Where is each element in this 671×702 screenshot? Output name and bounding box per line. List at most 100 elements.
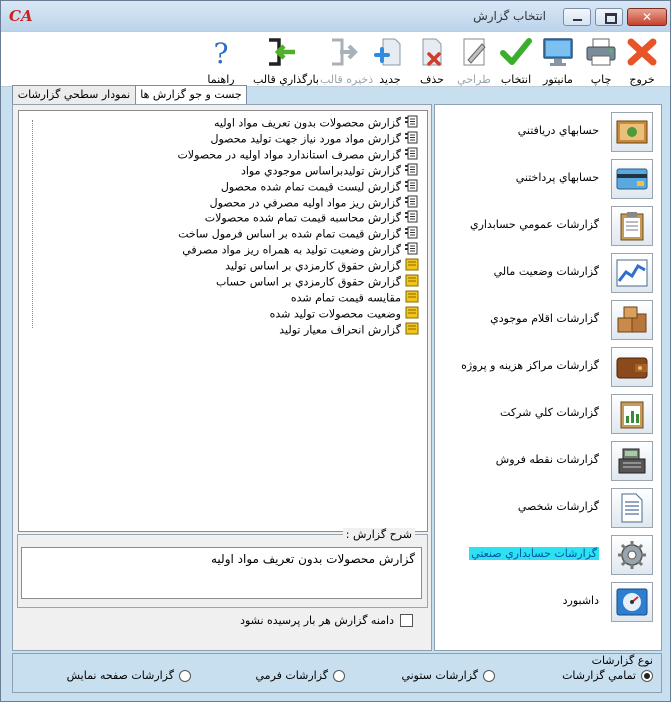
radio-dot[interactable] (483, 669, 495, 682)
tree-item[interactable]: گزارش توليدبراساس موجودي مواد (241, 163, 419, 178)
category-item[interactable]: گزارشات نقطه فروش (435, 439, 661, 483)
tree-item[interactable]: گزارش ريز مواد اوليه مصرفي در محصول (210, 195, 419, 210)
category-item[interactable]: داشبورد (435, 580, 661, 624)
report-type-group: نوع گزارشات تمامي گزارشات گزارشات ستوني … (12, 653, 662, 693)
category-item[interactable]: گزارشات مراكز هزينه و پروژه (435, 345, 661, 389)
radio-dot[interactable] (179, 669, 191, 682)
window-title: انتخاب گزارش (473, 9, 546, 23)
maximize-button[interactable] (595, 8, 623, 26)
help-icon: ? (213, 37, 228, 70)
category-item[interactable]: گزارشات حسابداري صنعتي (435, 533, 661, 577)
load-template-button[interactable]: بارگذاري قالب (253, 36, 319, 86)
bar-chart-clipboard-icon[interactable] (611, 394, 653, 434)
category-item-label: گزارشات عمومي حسابداري (469, 218, 599, 231)
toolbar: خروج چاپ مانيتور انتخاب طراحي حذف جديد ذ… (1, 31, 670, 87)
dashboard-icon[interactable] (611, 582, 653, 622)
category-item[interactable]: گزارشات شخصي (435, 486, 661, 530)
checkbox-label: دامنه گزارش هر بار پرسيده نشود (240, 614, 394, 627)
help-button[interactable]: ? راهنما (201, 36, 241, 86)
window-close-button[interactable]: ✕ (627, 8, 667, 26)
print-button[interactable]: چاپ (581, 36, 621, 86)
document-lines-icon[interactable] (611, 488, 653, 528)
category-item[interactable]: گزارشات عمومي حسابداري (435, 204, 661, 248)
tree-item[interactable]: گزارش ليست قيمت تمام شده محصول (221, 179, 419, 194)
design-button[interactable]: طراحي (454, 36, 494, 86)
line-chart-icon[interactable] (611, 253, 653, 293)
ask-scope-checkbox[interactable]: دامنه گزارش هر بار پرسيده نشود (240, 614, 413, 627)
checkmark-icon (500, 38, 532, 65)
wallet-icon[interactable] (611, 347, 653, 387)
radio-all-reports[interactable]: تمامي گزارشات (562, 669, 653, 682)
radio-screen-reports[interactable]: گزارشات صفحه نمايش (67, 669, 191, 682)
tree-item[interactable]: گزارش وضعيت توليد به همراه ريز مواد مصرف… (182, 242, 419, 257)
tree-item-label: گزارش محصولات بدون تعريف مواد اوليه (213, 116, 401, 130)
cash-register-icon[interactable] (611, 441, 653, 481)
tree-item-label: گزارش وضعيت توليد به همراه ريز مواد مصرف… (182, 243, 401, 257)
tree-item-label: مقايسه قيمت تمام شده (290, 291, 401, 305)
clipboard-icon[interactable] (611, 206, 653, 246)
monitor-button[interactable]: مانيتور (538, 36, 578, 86)
tab-search-reports[interactable]: جست و جو گزارش ها (135, 85, 247, 104)
folder-report-icon (405, 274, 419, 291)
checkbox-box[interactable] (400, 614, 413, 627)
folder-report-icon (405, 258, 419, 275)
radio-dot[interactable] (333, 669, 345, 682)
tree-connector (32, 120, 33, 328)
folder-report-icon (405, 322, 419, 339)
minimize-button[interactable] (563, 8, 591, 26)
category-item-label: حسابهاي دريافتني (517, 124, 599, 137)
tree-item[interactable]: گزارش محصولات بدون تعريف مواد اوليه (214, 115, 419, 130)
category-item-label: گزارشات اقلام موجودي (490, 312, 599, 325)
tree-item[interactable]: گزارش حقوق كارمزدي بر اساس توليد (225, 258, 419, 273)
tree-item[interactable]: مقايسه قيمت تمام شده (291, 290, 419, 305)
report-doc-icon (405, 115, 419, 132)
category-item-label: گزارشات مراكز هزينه و پروژه (461, 359, 599, 372)
category-item-label: گزارشات نقطه فروش (495, 453, 599, 466)
tab-tree-view[interactable]: نمودار سطحي گزارشات (12, 85, 136, 106)
tree-item-label: گزارش ريز مواد اوليه مصرفي در محصول (209, 196, 401, 209)
radio-label: گزارشات صفحه نمايش (66, 669, 174, 682)
tree-item[interactable]: گزارش مصرف استاندارد مواد اوليه در محصول… (177, 147, 419, 162)
select-button[interactable]: انتخاب (496, 36, 536, 86)
category-item[interactable]: گزارشات كلي شركت (435, 392, 661, 436)
tree-item[interactable]: گزارش قيمت تمام شده بر اساس فرمول ساخت (178, 226, 419, 241)
save-template-icon (332, 38, 358, 66)
tree-item-label: گزارش توليدبراساس موجودي مواد (240, 164, 401, 178)
description-text: گزارش محصولات بدون تعريف مواد اوليه (21, 547, 422, 599)
tree-item-label: گزارش انحراف معيار توليد (279, 323, 401, 337)
title-bar[interactable]: CA انتخاب گزارش ✕ (1, 1, 670, 31)
report-tree[interactable]: گزارش محصولات بدون تعريف مواد اوليه گزارش… (18, 110, 428, 532)
boxes-icon[interactable] (611, 300, 653, 340)
category-item[interactable]: حسابهاي پرداختني (435, 157, 661, 201)
radio-form-reports[interactable]: گزارشات فرمي (256, 669, 345, 682)
delete-document-icon (422, 38, 442, 66)
tree-item[interactable]: گزارش محاسبه قيمت تمام شده محصولات (205, 210, 419, 225)
delete-button[interactable]: حذف (412, 36, 452, 86)
gear-icon[interactable] (611, 535, 653, 575)
save-template-button[interactable]: ذخيره قالب (320, 36, 373, 86)
report-doc-icon (405, 242, 419, 259)
description-group: شرح گزارش : گزارش محصولات بدون تعريف موا… (17, 528, 428, 608)
tree-item-label: گزارش ليست قيمت تمام شده محصول (220, 180, 401, 194)
tree-item[interactable]: گزارش مواد مورد نياز جهت توليد محصول (210, 131, 419, 146)
close-x-icon (627, 38, 657, 66)
category-item-label: گزارشات وضعيت مالي (493, 265, 599, 278)
tree-item[interactable]: وضعيت محصولات توليد شده (270, 306, 419, 321)
category-item[interactable]: گزارشات اقلام موجودي (435, 298, 661, 342)
category-item[interactable]: حسابهاي دريافتني (435, 110, 661, 154)
tree-item[interactable]: گزارش حقوق كارمزدي بر اساس حساب (216, 274, 419, 289)
radio-column-reports[interactable]: گزارشات ستوني (401, 669, 495, 682)
receivables-icon[interactable] (611, 112, 653, 152)
report-doc-icon (405, 179, 419, 196)
payables-card-icon[interactable] (611, 159, 653, 199)
monitor-icon (543, 38, 573, 66)
exit-button[interactable]: خروج (622, 36, 662, 86)
radio-label: گزارشات ستوني (401, 669, 478, 682)
tree-panel: گزارش محصولات بدون تعريف مواد اوليه گزارش… (12, 104, 432, 651)
category-item[interactable]: گزارشات وضعيت مالي (435, 251, 661, 295)
radio-dot[interactable] (641, 669, 653, 682)
report-type-title: نوع گزارشات (591, 654, 653, 667)
tree-item[interactable]: گزارش انحراف معيار توليد (279, 322, 419, 337)
new-button[interactable]: جديد (370, 36, 410, 86)
tree-item-label: گزارش محاسبه قيمت تمام شده محصولات (204, 211, 401, 225)
